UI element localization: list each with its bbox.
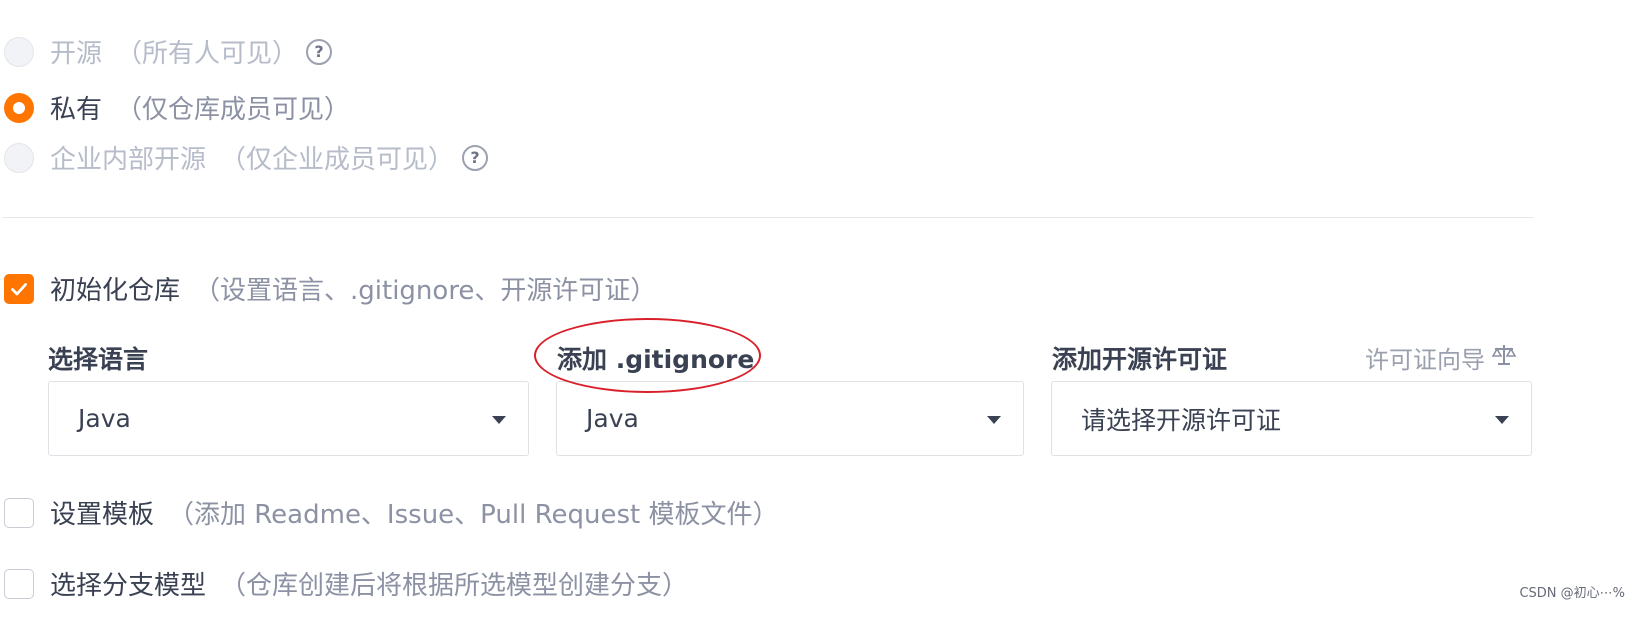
radio-private[interactable]	[4, 92, 34, 123]
visibility-private-label: 私有	[50, 95, 103, 125]
visibility-option-enterprise: 企业内部开源 （仅企业成员可见） ?	[4, 139, 489, 176]
help-icon[interactable]: ?	[462, 144, 489, 171]
branch-model-label: 选择分支模型	[50, 571, 207, 601]
radio-enterprise	[4, 142, 34, 173]
caret-down-icon	[987, 416, 1001, 424]
license-wizard-link[interactable]: 许可证向导	[1365, 340, 1517, 375]
init-repo-label: 初始化仓库	[50, 276, 181, 306]
visibility-enterprise-label: 企业内部开源	[50, 145, 207, 175]
license-select[interactable]: 请选择开源许可证	[1051, 381, 1532, 456]
template-checkbox[interactable]	[4, 497, 34, 528]
language-field-label: 选择语言	[48, 345, 149, 374]
caret-down-icon	[1495, 416, 1509, 424]
gitignore-select-value: Java	[586, 404, 639, 433]
init-repo-checkbox[interactable]	[4, 273, 34, 304]
visibility-enterprise-description: （仅企业成员可见）	[220, 145, 455, 175]
gitignore-field-label: 添加 .gitignore	[557, 345, 755, 374]
branch-model-option[interactable]: 选择分支模型 （仓库创建后将根据所选模型创建分支）	[4, 565, 688, 602]
help-icon[interactable]: ?	[306, 38, 333, 65]
branch-model-description: （仓库创建后将根据所选模型创建分支）	[220, 571, 689, 601]
visibility-private-description: （仅仓库成员可见）	[116, 95, 351, 125]
license-field-label: 添加开源许可证	[1052, 345, 1228, 374]
template-label: 设置模板	[50, 500, 155, 530]
branch-model-checkbox[interactable]	[4, 568, 34, 599]
scale-icon	[1491, 343, 1517, 373]
template-option[interactable]: 设置模板 （添加 Readme、Issue、Pull Request 模板文件）	[4, 494, 778, 531]
language-select-value: Java	[78, 404, 131, 433]
init-repo-description: （设置语言、.gitignore、开源许可证）	[194, 276, 657, 306]
visibility-public-description: （所有人可见）	[116, 39, 299, 69]
watermark: CSDN @初心⋯%	[1519, 586, 1625, 601]
caret-down-icon	[492, 416, 506, 424]
visibility-public-label: 开源	[50, 39, 103, 69]
radio-public	[4, 36, 34, 67]
init-repo-option[interactable]: 初始化仓库 （设置语言、.gitignore、开源许可证）	[4, 270, 656, 307]
license-select-value: 请选择开源许可证	[1081, 405, 1282, 435]
checkmark-icon	[11, 282, 27, 295]
license-wizard-label: 许可证向导	[1365, 346, 1485, 374]
template-description: （添加 Readme、Issue、Pull Request 模板文件）	[168, 500, 779, 530]
visibility-option-public: 开源 （所有人可见） ?	[4, 33, 333, 70]
visibility-option-private[interactable]: 私有 （仅仓库成员可见）	[4, 89, 350, 126]
section-divider	[2, 217, 1534, 218]
language-select[interactable]: Java	[48, 381, 529, 456]
gitignore-select[interactable]: Java	[556, 381, 1024, 456]
